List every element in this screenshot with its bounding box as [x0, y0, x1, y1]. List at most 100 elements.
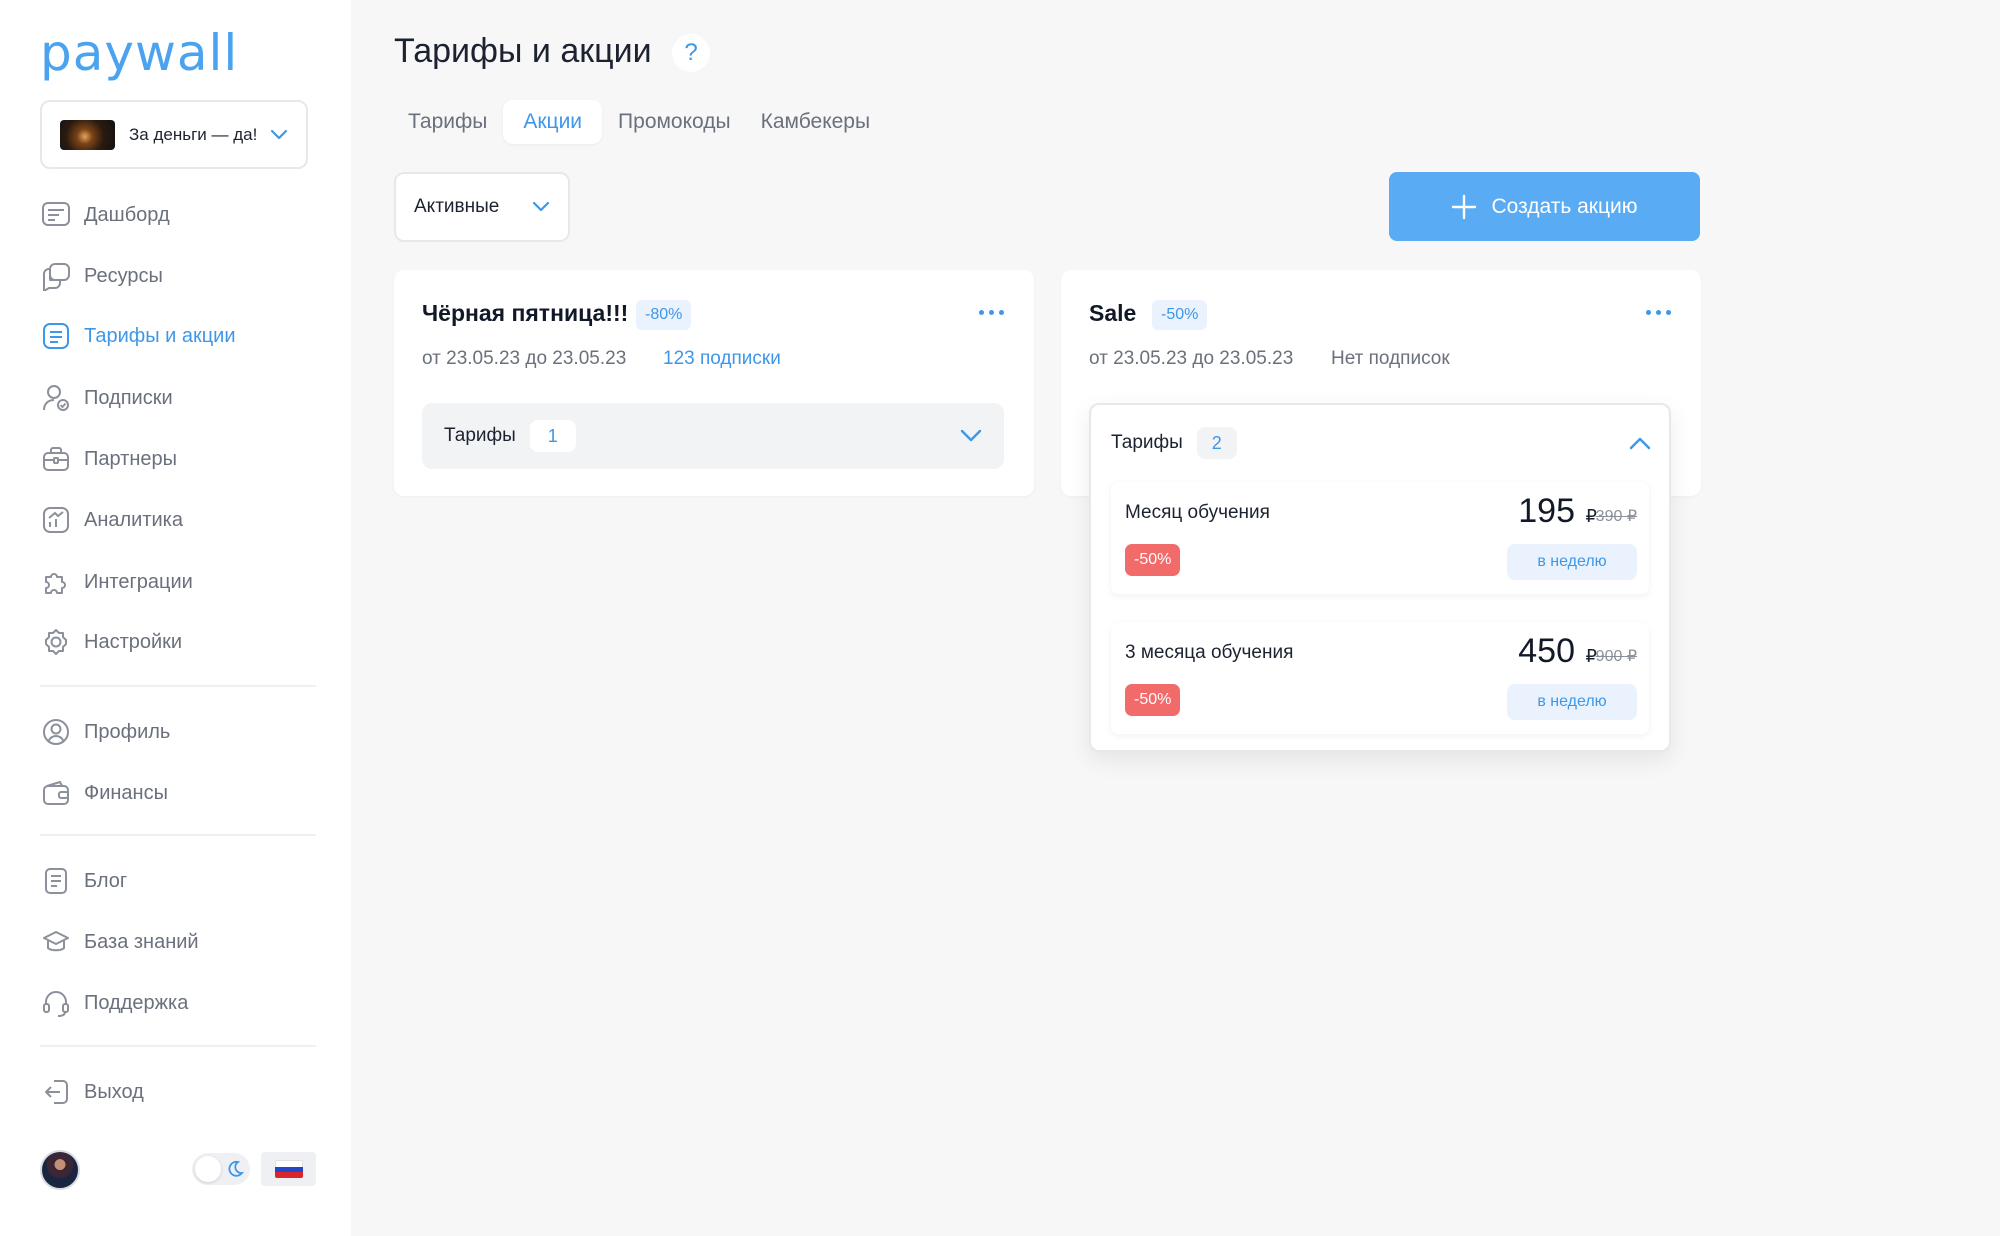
sidebar-item-label: Настройки — [84, 630, 183, 653]
sidebar-item-label: Дашборд — [84, 203, 170, 226]
blog-icon — [40, 865, 72, 897]
graduation-cap-icon — [40, 926, 72, 958]
sidebar-item-label: Тарифы и акции — [84, 324, 236, 347]
theme-toggle[interactable] — [192, 1153, 250, 1185]
sidebar-item-label: Интеграции — [84, 570, 193, 593]
tariff-discount-badge: -50% — [1125, 684, 1181, 716]
discount-badge: -80% — [636, 300, 692, 330]
language-selector[interactable] — [261, 1152, 316, 1186]
promotion-card: Чёрная пятница!!! -80% от 23.05.23 до 23… — [394, 270, 1034, 496]
sidebar-item-label: Аналитика — [84, 508, 183, 531]
sidebar-item-label: Поддержка — [84, 991, 189, 1014]
partners-icon — [40, 443, 72, 475]
sidebar-item-label: Выход — [84, 1080, 144, 1103]
dashboard-icon — [40, 199, 72, 231]
moon-icon — [228, 1160, 244, 1177]
tariffs-label: Тарифы — [1111, 432, 1183, 453]
sidebar-item-dashboard[interactable]: Дашборд — [40, 195, 316, 235]
project-name: За деньги — да! — [129, 124, 258, 144]
create-promotion-label: Создать акцию — [1491, 194, 1638, 218]
user-row — [40, 1148, 316, 1192]
chevron-down-icon — [532, 201, 550, 212]
sidebar-divider — [40, 834, 316, 836]
sidebar-item-analytics[interactable]: Аналитика — [40, 500, 316, 540]
integrations-icon — [40, 566, 72, 598]
sidebar-item-tariffs[interactable]: Тарифы и акции — [40, 316, 316, 356]
sidebar-item-label: Партнеры — [84, 447, 178, 470]
sidebar-divider — [40, 1045, 316, 1047]
tariffs-label: Тарифы — [444, 425, 516, 446]
gear-icon — [40, 626, 72, 658]
toggle-knob — [195, 1156, 221, 1182]
tariffs-dropdown-panel: Тарифы 2 Месяц обучения -50% 195 ₽ 390 ₽… — [1089, 403, 1671, 752]
avatar[interactable] — [40, 1150, 80, 1190]
logo[interactable]: paywall — [40, 28, 238, 78]
chevron-up-icon — [1629, 437, 1651, 450]
tab-promotions[interactable]: Акции — [503, 100, 603, 144]
tariff-old-price: 390 ₽ — [1595, 508, 1637, 525]
tab-promocodes[interactable]: Промокоды — [604, 100, 745, 144]
sidebar-item-profile[interactable]: Профиль — [40, 712, 316, 752]
tariff-name: 3 месяца обучения — [1125, 642, 1294, 663]
profile-icon — [40, 716, 72, 748]
tariffs-icon — [40, 320, 72, 352]
status-filter-select[interactable]: Активные — [394, 172, 570, 242]
subscriptions-icon — [40, 382, 72, 414]
sidebar-item-finance[interactable]: Финансы — [40, 773, 316, 813]
tariff-price: 195 — [1518, 492, 1575, 530]
create-promotion-button[interactable]: Создать акцию — [1389, 172, 1700, 241]
promotion-title: Чёрная пятница!!! — [422, 300, 629, 326]
sidebar-item-label: Профиль — [84, 720, 171, 743]
sidebar-item-label: База знаний — [84, 930, 199, 953]
tariff-discount-badge: -50% — [1125, 544, 1181, 576]
tariff-old-price: 900 ₽ — [1595, 648, 1637, 665]
subscriptions-count: Нет подписок — [1331, 348, 1450, 369]
tab-comebackers[interactable]: Камбекеры — [747, 100, 884, 144]
sidebar-item-label: Ресурсы — [84, 264, 163, 287]
help-button[interactable]: ? — [672, 34, 710, 72]
sidebar-item-blog[interactable]: Блог — [40, 861, 316, 901]
tariff-period: в неделю — [1507, 684, 1637, 720]
tariff-period: в неделю — [1507, 544, 1637, 580]
promotion-dates: от 23.05.23 до 23.05.23 — [1089, 348, 1294, 369]
subscriptions-link[interactable]: 123 подписки — [663, 348, 781, 370]
sidebar-divider — [40, 685, 316, 687]
analytics-icon — [40, 504, 72, 536]
filter-value: Активные — [414, 196, 500, 217]
resources-icon — [40, 260, 72, 292]
chevron-down-icon — [960, 429, 982, 442]
sidebar-item-label: Подписки — [84, 386, 173, 409]
tariffs-count-badge: 2 — [1196, 427, 1237, 459]
more-options-icon[interactable] — [979, 310, 1004, 315]
tariffs-accordion[interactable]: Тарифы 1 — [422, 403, 1004, 469]
sidebar-item-subscriptions[interactable]: Подписки — [40, 378, 316, 418]
tariff-item[interactable]: 3 месяца обучения -50% 450 ₽ 900 ₽ в нед… — [1111, 622, 1649, 734]
sidebar-item-settings[interactable]: Настройки — [40, 622, 316, 662]
sidebar-item-label: Финансы — [84, 781, 168, 804]
sidebar-item-resources[interactable]: Ресурсы — [40, 256, 316, 296]
plus-icon — [1452, 194, 1477, 219]
chevron-down-icon — [270, 129, 288, 139]
sidebar-item-label: Блог — [84, 869, 128, 892]
project-selector[interactable]: За деньги — да! — [40, 100, 308, 169]
sidebar-item-support[interactable]: Поддержка — [40, 983, 316, 1023]
tariff-price: 450 — [1518, 632, 1575, 670]
promotion-title: Sale — [1089, 300, 1137, 326]
wallet-icon — [40, 777, 72, 809]
sidebar-item-logout[interactable]: Выход — [40, 1072, 316, 1112]
logout-icon — [40, 1076, 72, 1108]
sidebar: paywall За деньги — да! Дашборд Ресурсы … — [0, 0, 351, 1236]
project-thumbnail — [60, 119, 115, 150]
sidebar-item-integrations[interactable]: Интеграции — [40, 562, 316, 602]
russia-flag-icon — [274, 1160, 303, 1178]
tariffs-accordion[interactable]: Тарифы 2 — [1111, 423, 1651, 463]
sidebar-item-knowledge-base[interactable]: База знаний — [40, 922, 316, 962]
sidebar-item-partners[interactable]: Партнеры — [40, 439, 316, 479]
page-title: Тарифы и акции — [394, 32, 652, 70]
more-options-icon[interactable] — [1646, 310, 1671, 315]
discount-badge: -50% — [1152, 300, 1208, 330]
headset-icon — [40, 987, 72, 1019]
tariffs-count-badge: 1 — [529, 420, 576, 452]
tab-tariffs[interactable]: Тарифы — [394, 100, 501, 144]
tariff-item[interactable]: Месяц обучения -50% 195 ₽ 390 ₽ в неделю — [1111, 482, 1649, 594]
